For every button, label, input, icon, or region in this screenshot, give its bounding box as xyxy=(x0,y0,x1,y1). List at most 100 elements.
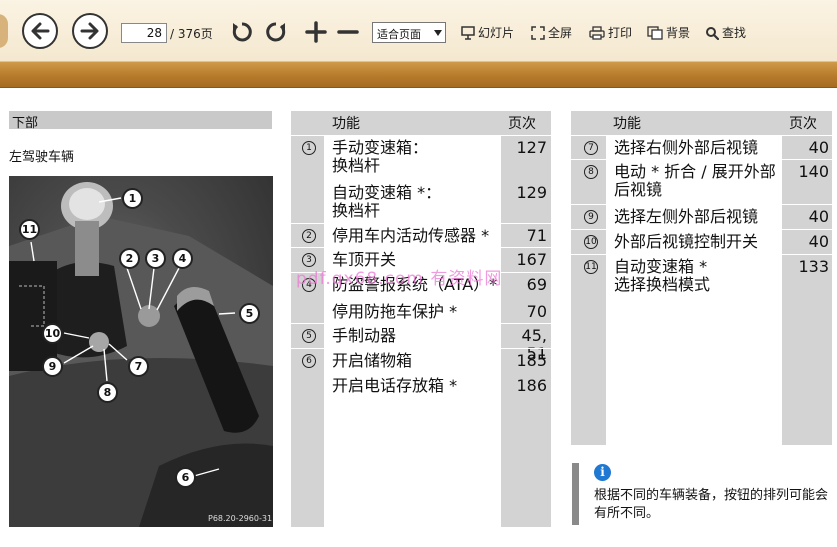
fullscreen-button[interactable]: 全屏 xyxy=(531,24,572,41)
photo-callout-badge: 7 xyxy=(128,356,149,377)
back-button[interactable] xyxy=(22,13,58,49)
row-page-number: 133 xyxy=(798,257,829,276)
search-icon xyxy=(706,26,719,40)
row-page-number: 40 xyxy=(808,207,829,226)
row-page-number: 140 xyxy=(798,162,829,181)
rotate-right-icon xyxy=(266,22,286,42)
row-page-number: 185 xyxy=(516,351,547,370)
row-number-badge: 10 xyxy=(584,235,598,249)
watermark-text: pdf.qx68.com 有资料网 xyxy=(296,269,503,289)
info-icon: i xyxy=(594,464,611,481)
photo-caption: P68.20-2960-31 xyxy=(208,514,273,523)
row-number-badge: 8 xyxy=(584,165,598,179)
photo-callout-badge: 6 xyxy=(175,467,196,488)
zoom-out-icon xyxy=(337,30,359,34)
table-row-divider xyxy=(291,348,551,349)
table-left-number-column xyxy=(291,111,324,527)
row-function-text: 自动变速箱 * 选择换档模式 xyxy=(614,257,711,294)
rotate-left-button[interactable] xyxy=(230,20,254,44)
row-page-number: 129 xyxy=(516,183,547,202)
note-text: 根据不同的车辆装备，按钮的排列可能会有所不同。 xyxy=(594,488,829,521)
background-icon xyxy=(647,25,663,40)
table-row-divider xyxy=(571,159,832,160)
row-function-text: 电动 * 折合 / 展开外部 后视镜 xyxy=(614,162,776,199)
toolbar-bottom-strip xyxy=(0,62,837,88)
table-row-divider xyxy=(571,229,832,230)
photo-callout-badge: 10 xyxy=(42,323,63,344)
photo-callout-badge: 4 xyxy=(172,248,193,269)
row-page-number: 71 xyxy=(526,226,547,245)
row-number-badge: 9 xyxy=(584,210,598,224)
print-icon xyxy=(589,25,605,40)
row-function-text: 手制动器 xyxy=(332,326,397,345)
page-number-input[interactable]: 28 xyxy=(121,23,167,43)
table-row-divider xyxy=(291,223,551,224)
row-function-text: 选择左侧外部后视镜 xyxy=(614,207,759,226)
row-page-number: 167 xyxy=(516,250,547,269)
note-accent-bar xyxy=(572,463,579,525)
find-label: 查找 xyxy=(722,26,747,40)
forward-arrow-icon xyxy=(80,22,99,40)
row-number-badge: 6 xyxy=(302,354,316,368)
back-arrow-icon xyxy=(31,22,50,40)
row-function-text: 开启储物箱 xyxy=(332,351,413,370)
zoom-select-value: 适合页面 xyxy=(377,28,421,41)
row-page-number: 40 xyxy=(808,138,829,157)
photo-callout-badge: 8 xyxy=(97,382,118,403)
row-function-text: 停用车内活动传感器 * xyxy=(332,226,490,245)
viewer-toolbar: 28 / 376页 适合页面 幻灯片 全屏 打印 背景 查找 xyxy=(0,0,837,62)
zoom-out-button[interactable] xyxy=(336,20,360,44)
forward-button[interactable] xyxy=(72,13,108,49)
row-function-text: 选择右侧外部后视镜 xyxy=(614,138,759,157)
table-row-divider xyxy=(571,135,832,136)
table-row-divider xyxy=(571,204,832,205)
table-row-divider xyxy=(291,247,551,248)
section-title: 下部 xyxy=(9,111,272,131)
photo-callout-badge: 1 xyxy=(122,188,143,209)
row-function-text: 手动变速箱： 换档杆 xyxy=(332,138,429,175)
table-left-header-function: 功能 xyxy=(332,116,360,132)
slideshow-label: 幻灯片 xyxy=(478,26,515,40)
row-number-badge: 5 xyxy=(302,329,316,343)
photo-callout-badge: 2 xyxy=(119,248,140,269)
row-page-number: 70 xyxy=(526,302,547,321)
photo-callout-badge: 3 xyxy=(145,248,166,269)
background-label: 背景 xyxy=(666,26,691,40)
table-left-header-page: 页次 xyxy=(508,116,536,132)
zoom-select[interactable]: 适合页面 xyxy=(372,22,446,43)
slideshow-button[interactable]: 幻灯片 xyxy=(461,24,514,41)
find-button[interactable]: 查找 xyxy=(705,24,746,41)
print-button[interactable]: 打印 xyxy=(589,24,632,41)
row-number-badge: 11 xyxy=(584,260,598,274)
row-page-number: 69 xyxy=(526,275,547,294)
photo-callout-badge: 5 xyxy=(239,303,260,324)
table-right-header-function: 功能 xyxy=(613,116,641,132)
slideshow-icon xyxy=(461,25,475,40)
console-illustration xyxy=(9,182,273,527)
row-number-badge: 1 xyxy=(302,141,316,155)
row-page-number: 186 xyxy=(516,376,547,395)
rotate-right-button[interactable] xyxy=(264,20,288,44)
row-page-number: 40 xyxy=(808,232,829,251)
photo-callout-badge: 11 xyxy=(19,219,40,240)
toolbar-edge xyxy=(0,14,8,48)
fullscreen-label: 全屏 xyxy=(548,26,573,40)
photo-callout-badge: 9 xyxy=(42,356,63,377)
zoom-in-icon xyxy=(305,21,327,43)
row-function-text: 外部后视镜控制开关 xyxy=(614,232,759,251)
page-total-label: / 376页 xyxy=(170,27,213,41)
table-right-header-page: 页次 xyxy=(789,116,817,132)
row-number-badge: 7 xyxy=(584,141,598,155)
zoom-in-button[interactable] xyxy=(304,20,328,44)
row-page-number: 127 xyxy=(516,138,547,157)
row-function-text: 自动变速箱 *： 换档杆 xyxy=(332,183,442,220)
section-subtitle: 左驾驶车辆 xyxy=(9,150,75,165)
table-row-divider xyxy=(291,323,551,324)
vehicle-console-photo: 1 2 3 4 5 6 7 8 9 10 11 xyxy=(9,176,273,527)
chevron-down-icon xyxy=(434,30,442,36)
table-row-divider xyxy=(571,254,832,255)
row-function-text: 停用防拖车保护 * xyxy=(332,302,458,321)
row-function-text: 开启电话存放箱 * xyxy=(332,376,458,395)
background-button[interactable]: 背景 xyxy=(647,24,690,41)
rotate-left-icon xyxy=(232,22,252,42)
